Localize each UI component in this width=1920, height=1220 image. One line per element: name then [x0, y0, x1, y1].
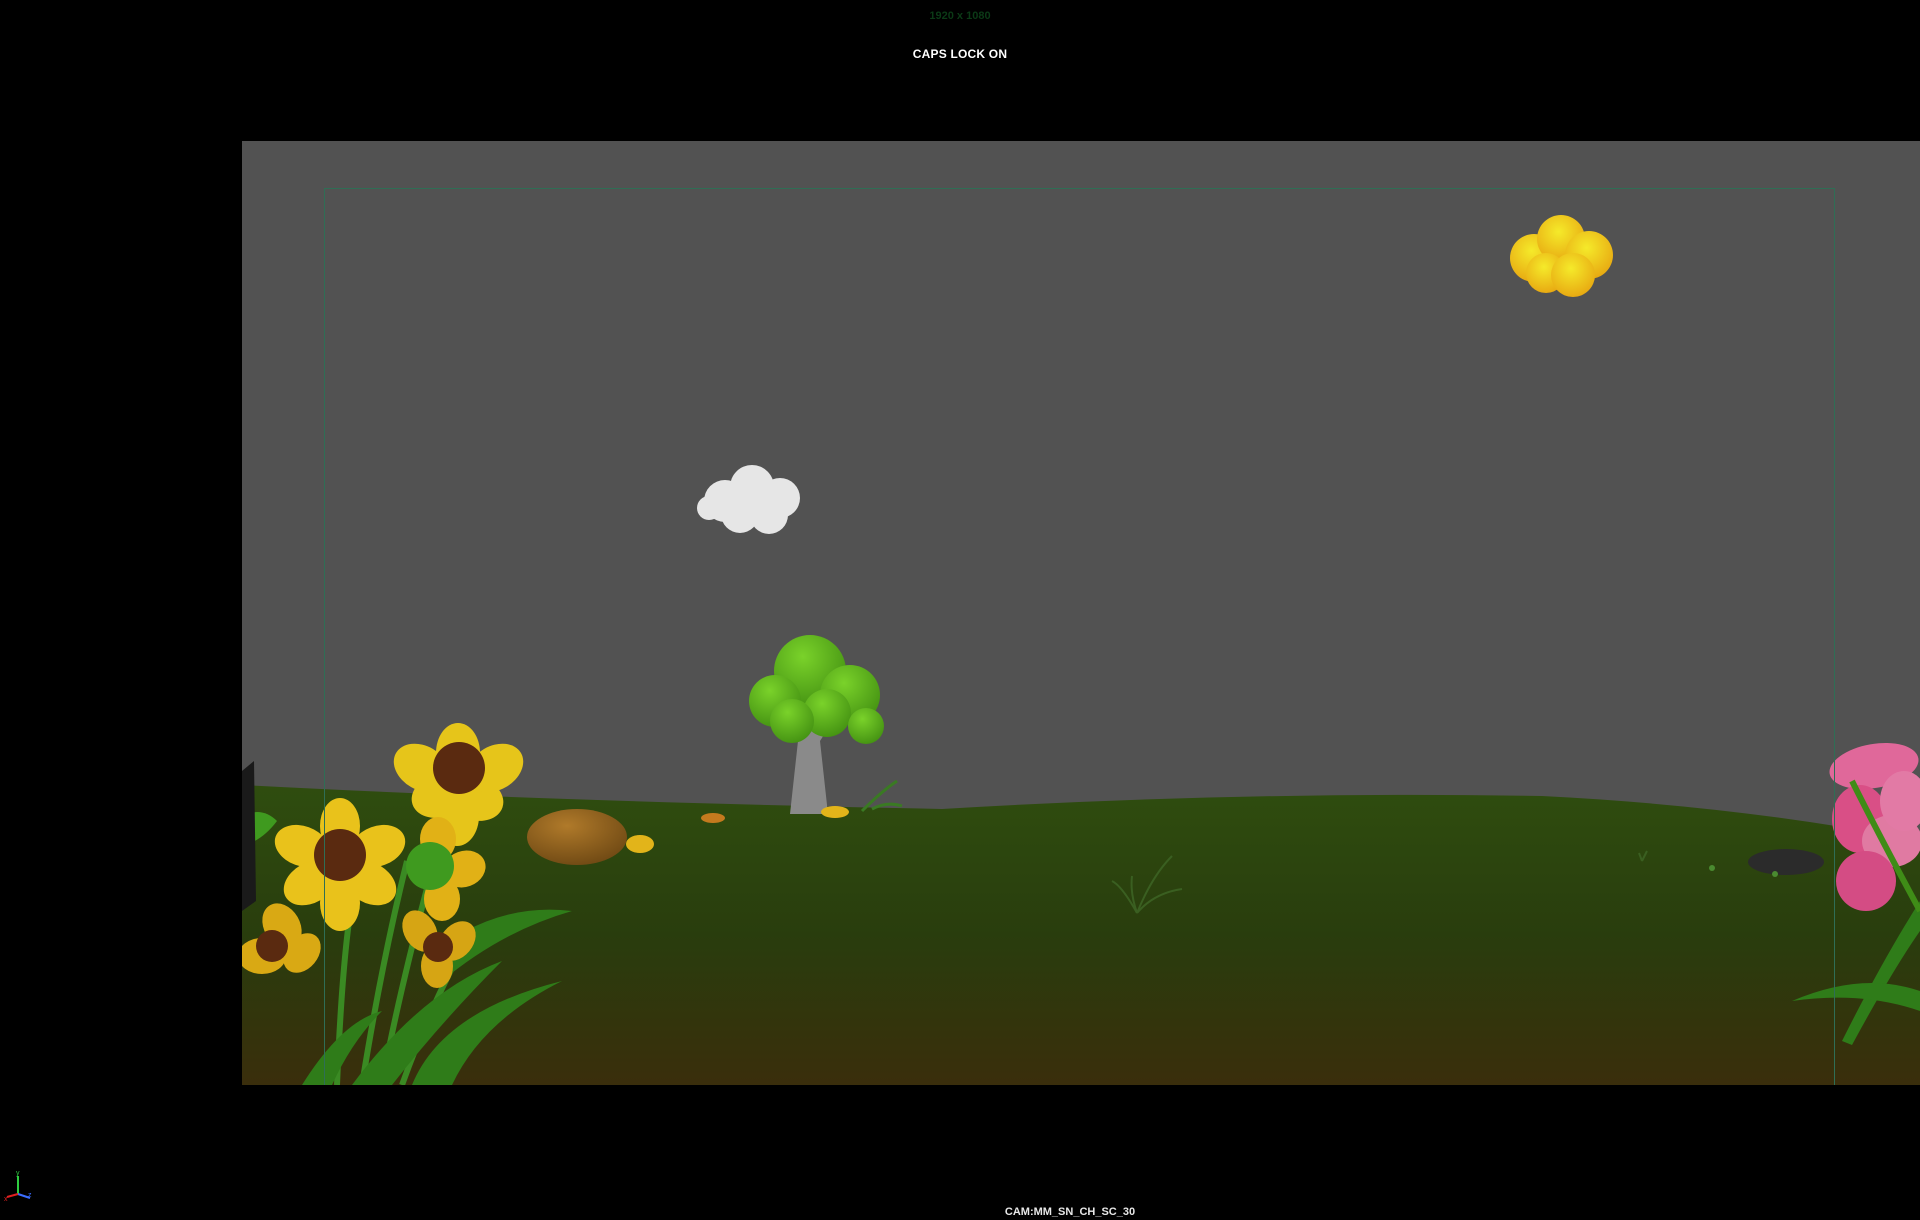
- axis-gizmo-icon: y z x: [4, 1170, 32, 1202]
- resolution-gate-label: 1920 x 1080: [929, 10, 991, 22]
- scene-render: [242, 215, 1920, 1085]
- plant-sprig: [860, 779, 903, 813]
- camera-name-label: CAM:MM_SN_CH_SC_30: [1004, 1206, 1136, 1218]
- dark-rock: [1748, 849, 1824, 875]
- white-cloud: [697, 465, 800, 534]
- small-mound: [821, 806, 849, 818]
- axis-z-label: z: [28, 1192, 32, 1199]
- cartoon-tree: [749, 635, 884, 814]
- yellow-cloud: [1510, 215, 1613, 297]
- caps-lock-hud-message: CAPS LOCK ON: [912, 47, 1008, 61]
- axis-y-label: y: [16, 1170, 20, 1177]
- boulder: [527, 809, 627, 865]
- small-mound: [626, 835, 654, 853]
- small-mound: [701, 813, 725, 823]
- 3d-viewport[interactable]: [242, 141, 1920, 1085]
- axis-x-label: x: [4, 1196, 8, 1202]
